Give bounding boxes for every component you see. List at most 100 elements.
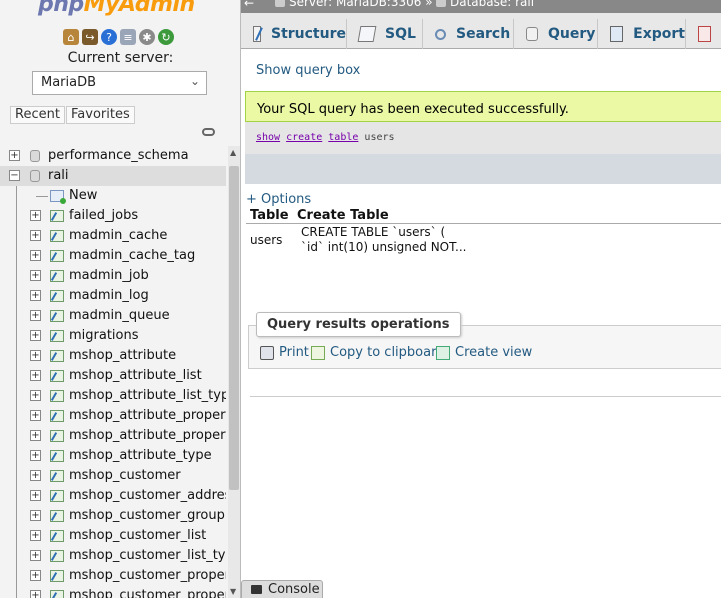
tree-table-item[interactable]: + mshop_attribute_type [0, 446, 226, 466]
tree-item-label[interactable]: New [69, 188, 97, 203]
column-header-create-table[interactable]: Create Table [297, 208, 389, 223]
tree-table-item[interactable]: + failed_jobs [0, 206, 226, 226]
expand-icon[interactable]: + [30, 310, 41, 321]
tree-item-label[interactable]: performance_schema [48, 148, 189, 163]
tree-item-label[interactable]: mshop_customer_list_type [69, 548, 226, 563]
table-icon[interactable] [50, 330, 64, 342]
tree-table-item[interactable]: + madmin_cache [0, 226, 226, 246]
tree-item-label[interactable]: mshop_customer_property [69, 568, 226, 583]
tree-table-item[interactable]: + mshop_attribute_property_t [0, 426, 226, 446]
tree-table-item[interactable]: + mshop_customer_list [0, 526, 226, 546]
tree-table-item[interactable]: + mshop_customer_address [0, 486, 226, 506]
table-icon[interactable] [50, 490, 64, 502]
expand-icon[interactable]: + [30, 490, 41, 501]
table-icon[interactable] [50, 530, 64, 542]
show-query-box-link[interactable]: Show query box [256, 63, 360, 78]
table-icon[interactable] [50, 370, 64, 382]
expand-icon[interactable]: + [30, 290, 41, 301]
table-icon[interactable] [50, 470, 64, 482]
tree-table-item[interactable]: + mshop_customer_group [0, 506, 226, 526]
expand-icon[interactable]: + [30, 270, 41, 281]
tree-table-item[interactable]: + mshop_customer_property [0, 586, 226, 598]
expand-icon[interactable]: + [30, 530, 41, 541]
reload-icon[interactable]: ↻ [158, 29, 174, 45]
breadcrumb-server[interactable]: Server: MariaDB:3306 » [275, 0, 433, 9]
expand-icon[interactable]: + [30, 570, 41, 581]
table-icon[interactable] [50, 390, 64, 402]
tree-item-label[interactable]: mshop_customer_address [69, 488, 226, 503]
scrollbar-thumb[interactable] [229, 166, 239, 490]
tab-structure[interactable]: Structure [241, 19, 347, 49]
tree-item-label[interactable]: mshop_attribute_list_type [69, 388, 226, 403]
tree-item-label[interactable]: migrations [69, 328, 139, 343]
copy-to-clipboard-link[interactable]: Copy to clipboard [311, 345, 444, 360]
tree-item-label[interactable]: mshop_attribute_property_t [69, 428, 226, 443]
tab-query[interactable]: Query [514, 19, 598, 49]
help-icon[interactable]: ? [101, 29, 117, 45]
expand-icon[interactable]: + [30, 330, 41, 341]
column-header-table[interactable]: Table [246, 208, 297, 223]
expand-icon[interactable]: + [30, 450, 41, 461]
tree-item-label[interactable]: madmin_cache [69, 228, 167, 243]
expand-icon[interactable]: + [30, 350, 41, 361]
tree-item-label[interactable]: mshop_customer_list [69, 528, 206, 543]
tab-sql[interactable]: SQL [347, 19, 423, 49]
print-link[interactable]: Print [260, 345, 309, 360]
tree-table-item[interactable]: + madmin_job [0, 266, 226, 286]
database-icon[interactable] [30, 150, 40, 162]
home-icon[interactable]: ⌂ [63, 29, 79, 45]
tree-item-label[interactable]: failed_jobs [69, 208, 138, 223]
table-icon[interactable] [50, 230, 64, 242]
tree-table-item[interactable]: + migrations [0, 326, 226, 346]
expand-icon[interactable]: + [30, 470, 41, 481]
phpmyadmin-logo[interactable]: phpMyAdmin [38, 0, 195, 17]
tree-item-label[interactable]: madmin_cache_tag [69, 248, 195, 263]
scroll-down-icon[interactable]: ▼ [230, 587, 236, 596]
tree-table-item[interactable]: + mshop_customer_list_type [0, 546, 226, 566]
sql-keyword[interactable]: create [286, 132, 322, 143]
collapse-icon[interactable]: − [9, 170, 20, 181]
tree-table-item[interactable]: + mshop_attribute_list_type [0, 386, 226, 406]
tree-table-item[interactable]: + madmin_cache_tag [0, 246, 226, 266]
expand-icon[interactable]: + [9, 150, 20, 161]
tree-table-item[interactable]: + mshop_attribute [0, 346, 226, 366]
tab-import[interactable] [686, 19, 721, 49]
table-icon[interactable] [50, 590, 64, 598]
table-icon[interactable] [50, 450, 64, 462]
tree-item-label[interactable]: mshop_attribute [69, 348, 176, 363]
tree-database-item[interactable]: − rali [0, 166, 226, 186]
expand-icon[interactable]: + [30, 430, 41, 441]
expand-icon[interactable]: + [30, 370, 41, 381]
favorites-button[interactable]: Favorites [66, 106, 135, 124]
table-icon[interactable] [50, 550, 64, 562]
back-arrow-icon[interactable]: ← [244, 0, 254, 10]
tab-search[interactable]: Search [423, 19, 514, 49]
tree-item-label[interactable]: mshop_customer_group [69, 508, 225, 523]
scroll-up-icon[interactable]: ▲ [230, 148, 236, 157]
table-icon[interactable] [50, 310, 64, 322]
tree-table-item[interactable]: + madmin_queue [0, 306, 226, 326]
sql-keyword[interactable]: table [328, 132, 358, 143]
table-icon[interactable] [50, 250, 64, 262]
tree-table-item[interactable]: + mshop_attribute_property [0, 406, 226, 426]
tree-item-label[interactable]: mshop_attribute_property [69, 408, 226, 423]
new-table-icon[interactable] [50, 190, 66, 204]
tree-item-label[interactable]: madmin_job [69, 268, 149, 283]
tree-table-item[interactable]: + mshop_customer [0, 466, 226, 486]
link-with-main-panel-icon[interactable] [202, 128, 215, 136]
tree-item-label[interactable]: madmin_queue [69, 308, 170, 323]
table-icon[interactable] [50, 290, 64, 302]
expand-icon[interactable]: + [30, 410, 41, 421]
tree-item-label[interactable]: mshop_attribute_type [69, 448, 212, 463]
tree-item-label[interactable]: mshop_customer [69, 468, 181, 483]
table-icon[interactable] [50, 270, 64, 282]
console-tab[interactable]: Console [241, 580, 323, 598]
expand-icon[interactable]: + [30, 210, 41, 221]
expand-icon[interactable]: + [30, 590, 41, 598]
tab-export[interactable]: Export [598, 19, 686, 49]
tree-scrollbar[interactable]: ▲ ▼ [228, 146, 240, 598]
server-select[interactable]: MariaDB ⌄ [32, 71, 207, 95]
tree-item-label[interactable]: mshop_attribute_list [69, 368, 202, 383]
expand-icon[interactable]: + [30, 390, 41, 401]
breadcrumb-database[interactable]: Database: rali [436, 0, 534, 9]
